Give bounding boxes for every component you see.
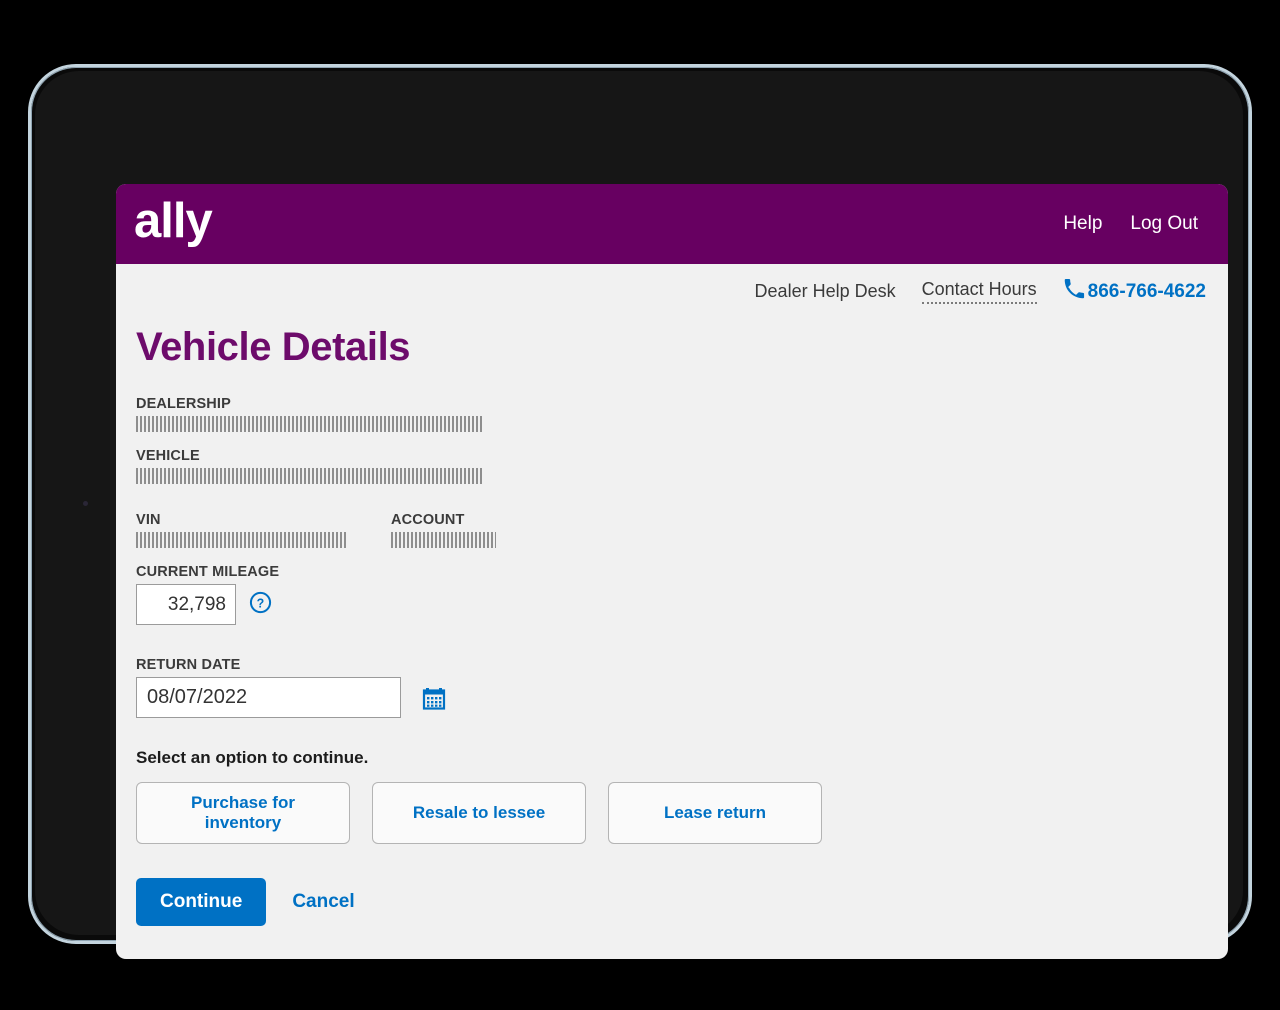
contact-hours-link[interactable]: Contact Hours bbox=[921, 279, 1037, 304]
vin-value-redacted bbox=[136, 532, 346, 548]
current-mileage-label: CURRENT MILEAGE bbox=[136, 564, 280, 580]
form-actions: Continue Cancel bbox=[136, 878, 1228, 926]
log-out-link[interactable]: Log Out bbox=[1130, 213, 1198, 235]
vehicle-label: VEHICLE bbox=[136, 448, 200, 464]
return-date-field bbox=[136, 677, 446, 718]
help-link[interactable]: Help bbox=[1063, 213, 1102, 235]
camera-icon bbox=[83, 501, 88, 506]
dealer-help-desk-bar: Dealer Help Desk Contact Hours 866-766-4… bbox=[116, 264, 1228, 315]
calendar-icon[interactable] bbox=[422, 678, 446, 717]
dealership-value-redacted bbox=[136, 416, 483, 432]
vin-account-row: VIN ACCOUNT bbox=[136, 512, 1228, 548]
option-cards: Purchase for inventory Resale to lessee … bbox=[136, 782, 1228, 844]
phone-number-text: 866-766-4622 bbox=[1087, 280, 1206, 302]
field-return-date: RETURN DATE bbox=[136, 657, 1228, 718]
select-option-prompt: Select an option to continue. bbox=[136, 748, 369, 767]
main-content: Vehicle Details DEALERSHIP VEHICLE VIN A… bbox=[116, 315, 1228, 926]
dealer-help-desk-label: Dealer Help Desk bbox=[754, 281, 896, 301]
account-value-redacted bbox=[391, 532, 496, 548]
app-header: ally Help Log Out bbox=[116, 184, 1228, 264]
help-circle-icon[interactable]: ? bbox=[249, 591, 272, 619]
app-screen: ally Help Log Out Dealer Help Desk Conta… bbox=[116, 184, 1228, 959]
field-account: ACCOUNT bbox=[391, 512, 496, 548]
current-mileage-input[interactable] bbox=[136, 584, 236, 625]
vin-label: VIN bbox=[136, 512, 161, 528]
field-current-mileage: CURRENT MILEAGE ? bbox=[136, 564, 1228, 625]
header-nav: Help Log Out bbox=[1063, 213, 1198, 235]
current-mileage-row: ? bbox=[136, 584, 1228, 625]
page-title: Vehicle Details bbox=[136, 325, 411, 369]
ally-logo: ally bbox=[134, 193, 213, 248]
continue-button[interactable]: Continue bbox=[136, 878, 267, 926]
tablet-device-frame: ally Help Log Out Dealer Help Desk Conta… bbox=[28, 64, 1252, 959]
field-vehicle: VEHICLE bbox=[136, 448, 1228, 484]
field-vin: VIN bbox=[136, 512, 391, 548]
return-date-label: RETURN DATE bbox=[136, 657, 241, 673]
svg-text:?: ? bbox=[257, 596, 265, 610]
dealership-label: DEALERSHIP bbox=[136, 396, 231, 412]
account-label: ACCOUNT bbox=[391, 512, 465, 528]
field-dealership: DEALERSHIP bbox=[136, 396, 1228, 432]
vehicle-value-redacted bbox=[136, 468, 483, 484]
phone-icon bbox=[1063, 278, 1085, 305]
option-purchase-for-inventory[interactable]: Purchase for inventory bbox=[136, 782, 350, 844]
return-date-input[interactable] bbox=[137, 678, 422, 717]
cancel-link[interactable]: Cancel bbox=[292, 891, 354, 913]
option-lease-return[interactable]: Lease return bbox=[608, 782, 822, 844]
phone-number-link[interactable]: 866-766-4622 bbox=[1063, 278, 1206, 305]
option-resale-to-lessee[interactable]: Resale to lessee bbox=[372, 782, 586, 844]
